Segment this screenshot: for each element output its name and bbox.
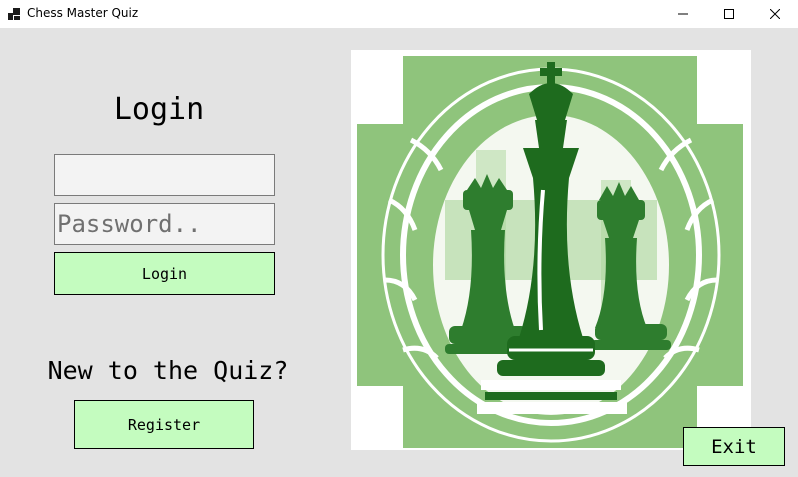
chess-pieces-illustration bbox=[351, 50, 751, 450]
minimize-icon bbox=[678, 13, 688, 15]
maximize-icon bbox=[724, 9, 734, 19]
username-field[interactable] bbox=[54, 154, 275, 196]
close-icon bbox=[770, 9, 780, 19]
register-prompt: New to the Quiz? bbox=[47, 356, 289, 385]
maximize-button[interactable] bbox=[706, 0, 752, 28]
exit-button[interactable]: Exit bbox=[683, 427, 785, 466]
minimize-button[interactable] bbox=[660, 0, 706, 28]
title-bar: Chess Master Quiz bbox=[0, 0, 798, 28]
login-heading: Login bbox=[113, 92, 205, 127]
login-button[interactable]: Login bbox=[54, 252, 275, 295]
window-title: Chess Master Quiz bbox=[27, 6, 139, 20]
app-icon bbox=[8, 8, 20, 20]
close-button[interactable] bbox=[752, 0, 798, 28]
register-button[interactable]: Register bbox=[74, 400, 254, 449]
password-field[interactable] bbox=[54, 203, 275, 245]
